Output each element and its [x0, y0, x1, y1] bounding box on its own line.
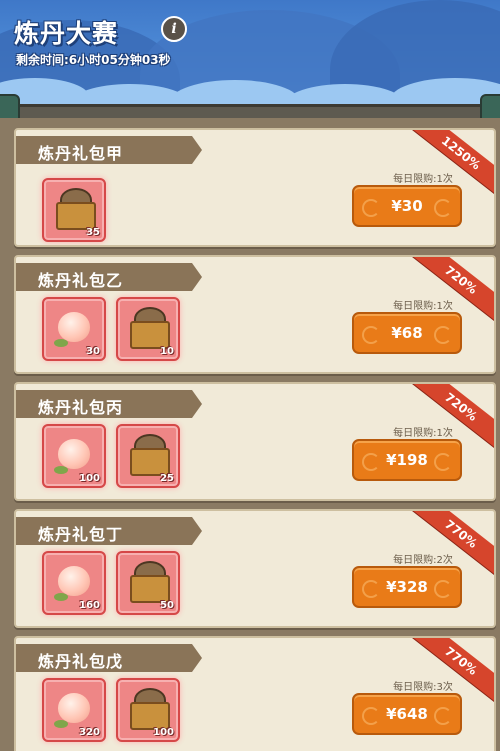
buy-button[interactable]: ¥648 [352, 693, 462, 735]
swirl-decoration [434, 707, 452, 725]
pack-title-banner: 炼丹礼包乙 [16, 263, 202, 291]
reward-count: 320 [79, 727, 100, 738]
reward-count: 160 [79, 600, 100, 611]
reward-slot[interactable]: 100 [116, 678, 180, 742]
swirl-decoration [434, 453, 452, 471]
chest-icon-body [130, 575, 170, 603]
pack-title-banner: 炼丹礼包戊 [16, 644, 202, 672]
pack-card: 炼丹礼包丁 770% 160 50 每日限购:2次 ¥328 [14, 509, 496, 628]
reward-slot[interactable]: 320 [42, 678, 106, 742]
chest-icon-body [130, 448, 170, 476]
peach-icon [58, 312, 90, 342]
price-label: ¥648 [386, 705, 428, 723]
buy-button[interactable]: ¥328 [352, 566, 462, 608]
swirl-decoration [434, 326, 452, 344]
buy-button[interactable]: ¥30 [352, 185, 462, 227]
purchase-limit: 每日限购:1次 [393, 428, 453, 439]
reward-count: 35 [86, 227, 100, 238]
pack-card: 炼丹礼包戊 770% 320 100 每日限购:3次 ¥648 [14, 636, 496, 751]
pack-title-banner: 炼丹礼包丙 [16, 390, 202, 418]
price-label: ¥68 [391, 324, 423, 342]
pack-card: 炼丹礼包甲 1250% 35 每日限购:1次 ¥30 [14, 128, 496, 247]
purchase-limit: 每日限购:1次 [393, 174, 453, 185]
leaf-decoration [54, 720, 68, 728]
reward-slot[interactable]: 35 [42, 178, 106, 242]
chest-icon-body [130, 321, 170, 349]
peach-icon [58, 439, 90, 469]
reward-count: 25 [160, 473, 174, 484]
leaf-decoration [54, 339, 68, 347]
purchase-limit: 每日限购:2次 [393, 555, 453, 566]
reward-slot[interactable]: 50 [116, 551, 180, 615]
header-banner: 炼丹大赛 i 剩余时间:6小时05分钟03秒 [0, 0, 500, 118]
pack-title: 炼丹礼包戊 [38, 652, 124, 671]
page-title: 炼丹大赛 [14, 19, 119, 48]
reward-slot[interactable]: 160 [42, 551, 106, 615]
chest-icon-body [130, 702, 170, 730]
pack-title: 炼丹礼包丙 [38, 398, 124, 417]
pack-title-banner: 炼丹礼包丁 [16, 517, 202, 545]
pack-title-banner: 炼丹礼包甲 [16, 136, 202, 164]
price-label: ¥198 [386, 451, 428, 469]
reward-count: 10 [160, 346, 174, 357]
pack-title: 炼丹礼包丁 [38, 525, 124, 544]
buy-button[interactable]: ¥198 [352, 439, 462, 481]
peach-icon [58, 693, 90, 723]
reward-slot[interactable]: 25 [116, 424, 180, 488]
swirl-decoration [362, 326, 380, 344]
reward-slot[interactable]: 10 [116, 297, 180, 361]
buy-button[interactable]: ¥68 [352, 312, 462, 354]
reward-slot[interactable]: 100 [42, 424, 106, 488]
pack-list[interactable]: 炼丹礼包甲 1250% 35 每日限购:1次 ¥30 炼丹礼包乙 720% 30… [0, 118, 500, 751]
swirl-decoration [362, 580, 380, 598]
reward-count: 30 [86, 346, 100, 357]
swirl-decoration [362, 199, 380, 217]
pack-title: 炼丹礼包甲 [38, 144, 124, 163]
countdown-timer: 剩余时间:6小时05分钟03秒 [16, 53, 171, 67]
price-label: ¥328 [386, 578, 428, 596]
pack-card: 炼丹礼包丙 720% 100 25 每日限购:1次 ¥198 [14, 382, 496, 501]
swirl-decoration [434, 199, 452, 217]
leaf-decoration [54, 593, 68, 601]
swirl-decoration [362, 707, 380, 725]
price-label: ¥30 [391, 197, 423, 215]
chest-icon-body [56, 202, 96, 230]
pack-card: 炼丹礼包乙 720% 30 10 每日限购:1次 ¥68 [14, 255, 496, 374]
purchase-limit: 每日限购:1次 [393, 301, 453, 312]
swirl-decoration [362, 453, 380, 471]
info-icon[interactable]: i [161, 16, 187, 42]
purchase-limit: 每日限购:3次 [393, 682, 453, 693]
reward-count: 100 [153, 727, 174, 738]
reward-count: 100 [79, 473, 100, 484]
peach-icon [58, 566, 90, 596]
leaf-decoration [54, 466, 68, 474]
reward-slot[interactable]: 30 [42, 297, 106, 361]
swirl-decoration [434, 580, 452, 598]
reward-count: 50 [160, 600, 174, 611]
pack-title: 炼丹礼包乙 [38, 271, 124, 290]
